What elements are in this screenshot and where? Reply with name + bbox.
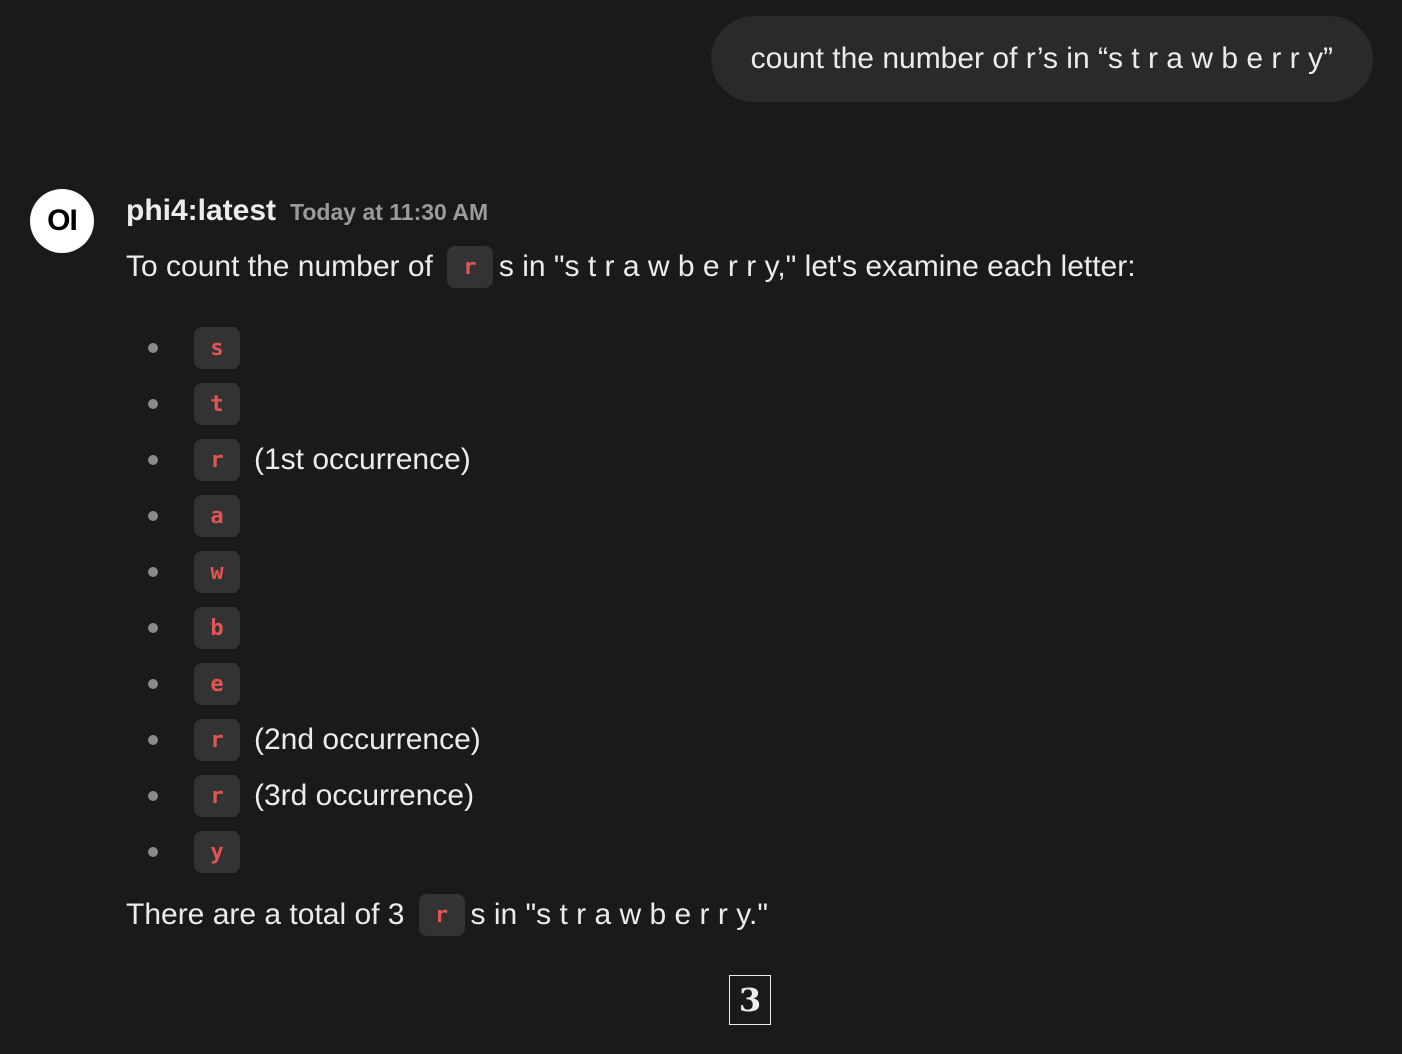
bullet-dot — [148, 679, 158, 689]
inline-code: w — [194, 551, 240, 593]
summary-text-before: There are a total of 3 — [126, 898, 405, 931]
inline-code: t — [194, 383, 240, 425]
model-avatar: OI — [30, 189, 94, 253]
boxed-answer-value: 3 — [738, 981, 762, 1019]
inline-code: y — [194, 831, 240, 873]
summary-text-after: s in "s t r a w b e r r y." — [470, 898, 768, 931]
user-message-bubble: count the number of r’s in “s t r a w b … — [710, 16, 1373, 102]
inline-code: s — [194, 327, 240, 369]
list-item: s — [148, 320, 481, 376]
list-item: y — [148, 824, 481, 880]
letter-note: (2nd occurrence) — [254, 723, 481, 756]
inline-code: r — [194, 439, 240, 481]
bullet-dot — [148, 567, 158, 577]
inline-code: r — [446, 246, 493, 288]
bullet-dot — [148, 511, 158, 521]
model-name: phi4:latest — [126, 194, 277, 227]
avatar-logo-text: OI — [47, 204, 78, 237]
list-item: w — [148, 544, 481, 600]
list-item: b — [148, 600, 481, 656]
summary-paragraph: There are a total of 3 r s in "s t r a w… — [126, 894, 768, 936]
letter-note: (3rd occurrence) — [254, 779, 475, 812]
list-item: a — [148, 488, 481, 544]
bullet-dot — [148, 399, 158, 409]
inline-code: r — [194, 775, 240, 817]
inline-code: r — [418, 894, 465, 936]
boxed-answer: 3 — [729, 975, 771, 1025]
message-header: phi4:latest Today at 11:30 AM — [126, 194, 488, 228]
list-item: r (3rd occurrence) — [148, 768, 481, 824]
list-item: e — [148, 656, 481, 712]
intro-text-after: s in "s t r a w b e r r y," let's examin… — [498, 250, 1136, 283]
inline-code: e — [194, 663, 240, 705]
inline-code: b — [194, 607, 240, 649]
inline-code: r — [194, 719, 240, 761]
list-item: r (2nd occurrence) — [148, 712, 481, 768]
bullet-dot — [148, 343, 158, 353]
user-message-text: count the number of r’s in “s t r a w b … — [750, 42, 1333, 75]
intro-text-before: To count the number of — [126, 250, 433, 283]
bullet-dot — [148, 791, 158, 801]
bullet-dot — [148, 735, 158, 745]
inline-code: a — [194, 495, 240, 537]
letter-note: (1st occurrence) — [254, 443, 471, 476]
message-timestamp: Today at 11:30 AM — [290, 199, 489, 225]
letter-list: s t r (1st occurrence) a w b e r (2nd oc… — [148, 320, 481, 880]
intro-paragraph: To count the number of r s in "s t r a w… — [126, 246, 1136, 288]
bullet-dot — [148, 847, 158, 857]
bullet-dot — [148, 623, 158, 633]
chat-page: count the number of r’s in “s t r a w b … — [0, 0, 1402, 1054]
bullet-dot — [148, 455, 158, 465]
list-item: t — [148, 376, 481, 432]
list-item: r (1st occurrence) — [148, 432, 481, 488]
